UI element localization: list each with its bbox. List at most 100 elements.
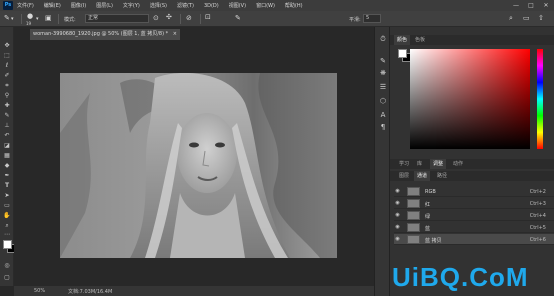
mode-select[interactable]: 正常 [85,14,149,23]
tab-learn[interactable]: 学习 [396,159,412,169]
channel-row-blue[interactable]: ◉ 蓝 Ctrl+5 [394,222,554,233]
menu-filter[interactable]: 滤镜(T) [177,2,194,9]
brush-size-value: 19 [26,21,32,26]
more-tools-icon[interactable]: ⋯ [2,230,12,239]
tab-actions[interactable]: 动作 [450,159,466,169]
menu-3d[interactable]: 3D(D) [204,3,219,9]
lasso-icon[interactable]: ℓ [2,61,12,70]
quick-mask-icon[interactable]: ◎ [2,261,12,270]
brush-settings-panel-icon[interactable]: ✎ [379,57,387,65]
channel-row-green[interactable]: ◉ 绿 Ctrl+4 [394,210,554,221]
tab-color[interactable]: 颜色 [394,35,411,45]
properties-icon[interactable]: ☰ [379,83,387,91]
channel-row-red[interactable]: ◉ 红 Ctrl+3 [394,198,554,209]
mode-label: 模式: [64,17,76,23]
gradient-icon[interactable]: ▦ [2,151,12,160]
visibility-eye-icon[interactable]: ◉ [394,200,401,206]
opacity-pressure-icon[interactable]: ⊙ [153,15,159,22]
channel-row-rgb[interactable]: ◉ RGB Ctrl+2 [394,186,554,197]
move-icon[interactable]: ✥ [2,41,12,50]
history-icon[interactable]: ⏱ [379,35,387,44]
menu-layer[interactable]: 图层(L) [96,2,113,9]
visibility-eye-icon[interactable]: ◉ [394,188,401,194]
document-tab[interactable]: woman-3990680_1920.jpg @ 50% (图层 1, 蓝 拷贝… [30,29,180,40]
healing-icon[interactable]: ✚ [2,101,12,110]
status-bar: 50% 文档:7.03M/16.4M [14,286,374,296]
menu-type[interactable]: 文字(Y) [123,2,140,9]
document-canvas-image[interactable] [60,73,337,258]
hue-slider[interactable] [537,49,543,149]
clone-stamp-icon[interactable]: ⊥ [2,121,12,130]
shape-icon[interactable]: ▭ [2,201,12,210]
separator [180,14,181,24]
smoothing-input[interactable]: 5 [363,14,381,23]
quick-select-icon[interactable]: ✐ [2,71,12,80]
foreground-color-chip[interactable] [398,49,407,58]
airbrush-icon[interactable]: ✣ [166,14,172,21]
menu-select[interactable]: 选择(S) [150,2,167,9]
document-info[interactable]: 文档:7.03M/16.4M [68,288,112,295]
menu-view[interactable]: 视图(V) [229,2,246,9]
tools-panel: ✥ ⬚ ℓ ✐ ⌗ ⚲ ✚ ✎ ⊥ ↶ ◪ ▦ ◆ ✒ T ➤ ▭ ✋ ⌕ ⋯ … [0,27,16,286]
brush-preset-dropdown-icon[interactable]: ▾ [36,16,39,23]
tab-layers[interactable]: 图层 [396,171,412,181]
flow-pressure-icon[interactable]: ⊘ [186,15,192,22]
tab-channels[interactable]: 通道 [414,171,431,181]
watermark: UiBQ.CoM [392,262,529,292]
brush-preset-icon[interactable]: ● [27,13,33,20]
menu-edit[interactable]: 编辑(E) [44,2,61,9]
tab-libraries[interactable]: 库 [414,159,425,169]
hand-icon[interactable]: ✋ [2,211,12,220]
workspace-icon[interactable]: ▭ [523,15,530,22]
screen-mode-icon[interactable]: ▢ [2,273,12,282]
tab-swatches[interactable]: 色板 [412,35,428,45]
minimize-button[interactable]: — [509,0,523,11]
channel-row-blue-copy[interactable]: ◉ 蓝 拷贝 Ctrl+6 [394,234,554,245]
eyedropper-icon[interactable]: ⚲ [2,91,12,100]
channel-thumbnail [407,223,420,232]
size-pressure-icon[interactable]: ✎ [235,15,241,22]
right-panels: 颜色 色板 学习 库 调整 动作 图层 通道 路径 ◉ RGB Ctrl+2 ◉… [390,27,554,296]
search-icon[interactable]: ⌕ [509,15,513,22]
visibility-eye-icon[interactable]: ◉ [394,236,401,242]
crop-icon[interactable]: ⌗ [2,81,12,90]
visibility-eye-icon[interactable]: ◉ [394,224,401,230]
menu-bar: Ps 文件(F) 编辑(E) 图像(I) 图层(L) 文字(Y) 选择(S) 滤… [0,0,554,11]
maximize-button[interactable]: □ [524,0,538,11]
zoom-level[interactable]: 50% [34,288,45,294]
path-select-icon[interactable]: ➤ [2,191,12,200]
brushes-panel-icon[interactable]: ❋ [379,69,387,77]
menu-file[interactable]: 文件(F) [17,2,34,9]
channel-name: RGB [425,189,436,195]
share-icon[interactable]: ⇧ [538,15,544,22]
close-window-button[interactable]: ✕ [539,0,553,11]
menu-window[interactable]: 窗口(W) [256,2,275,9]
type-icon[interactable]: T [2,181,12,190]
pen-icon[interactable]: ✒ [2,171,12,180]
history-brush-icon[interactable]: ↶ [2,131,12,140]
eraser-icon[interactable]: ◪ [2,141,12,150]
color-picker-field[interactable] [410,49,530,149]
close-document-icon[interactable]: × [173,29,177,40]
menu-help[interactable]: 帮助(H) [285,2,303,9]
adjust-panel-tabs: 学习 库 调整 动作 [390,159,554,169]
3d-icon[interactable]: ⬡ [379,97,387,105]
paragraph-icon[interactable]: ¶ [379,123,387,131]
foreground-color-swatch[interactable] [3,240,12,249]
separator [21,14,22,24]
character-icon[interactable]: A [379,111,387,119]
brush-icon[interactable]: ✎ [2,111,12,120]
erase-to-history-icon[interactable]: ⊡ [205,14,211,21]
menu-image[interactable]: 图像(I) [71,2,86,9]
channel-name: 蓝 拷贝 [425,238,442,244]
tab-adjustments[interactable]: 调整 [430,159,447,169]
chevron-down-icon[interactable]: ▾ [11,16,14,23]
brush-tool-icon[interactable]: ✎ [4,15,10,22]
blur-icon[interactable]: ◆ [2,161,12,170]
tab-paths[interactable]: 路径 [434,171,450,181]
marquee-icon[interactable]: ⬚ [2,51,12,60]
visibility-eye-icon[interactable]: ◉ [394,212,401,218]
channel-thumbnail [407,199,420,208]
zoom-icon[interactable]: ⌕ [2,221,12,230]
brush-settings-icon[interactable]: ▣ [45,15,52,22]
